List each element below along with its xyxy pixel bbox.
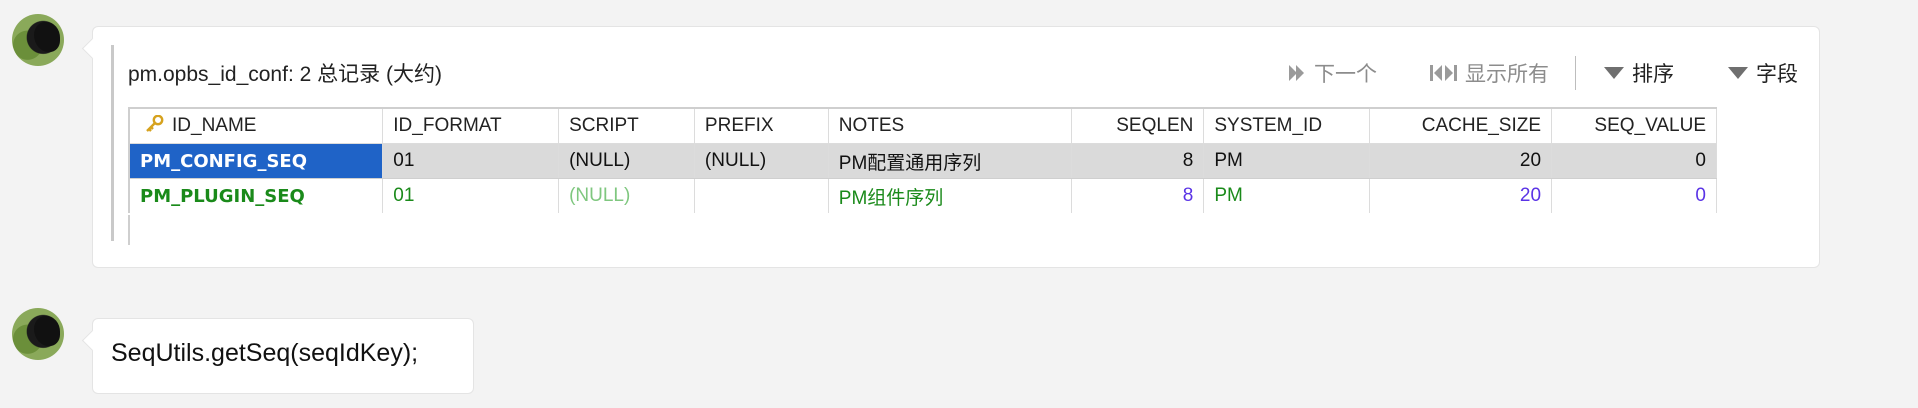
triangle-down-icon [1728, 67, 1748, 79]
table-cell[interactable]: 0 [1551, 143, 1717, 179]
table-cell[interactable]: 8 [1071, 143, 1205, 179]
fields-button[interactable]: 字段 [1726, 58, 1798, 88]
table-row[interactable]: PM_CONFIG_SEQ 01 (NULL) (NULL) PM配置通用序列 … [129, 143, 1717, 179]
message-bubble: SeqUtils.getSeq(seqIdKey); [92, 318, 474, 394]
next-label: 下一个 [1314, 63, 1377, 86]
result-toolbar: pm.opbs_id_conf: 2 总记录 (大约) 下一个 显示所有 排序 … [128, 55, 1798, 91]
show-all-button[interactable]: 显示所有 [1429, 58, 1549, 88]
table-row[interactable]: PM_PLUGIN_SEQ 01 (NULL) PM组件序列 8 PM 20 0 [129, 178, 1717, 213]
table-cell[interactable]: 01 [382, 143, 560, 179]
avatar [12, 14, 64, 66]
column-header[interactable]: PREFIX [694, 108, 829, 144]
code-snippet: SeqUtils.getSeq(seqIdKey); [111, 339, 419, 367]
show-all-label: 显示所有 [1465, 63, 1549, 86]
table-cell[interactable]: 20 [1369, 178, 1553, 213]
show-all-icon [1430, 65, 1457, 81]
table-cell[interactable] [694, 178, 829, 213]
table-cell[interactable]: 0 [1551, 178, 1717, 213]
result-title: pm.opbs_id_conf: 2 总记录 (大约) [128, 63, 442, 86]
column-header[interactable]: ID_NAME [129, 108, 384, 144]
message-bubble: pm.opbs_id_conf: 2 总记录 (大约) 下一个 显示所有 排序 … [92, 26, 1820, 268]
column-header[interactable]: SCRIPT [558, 108, 695, 144]
header-row: ID_NAME ID_FORMAT SCRIPT PREFIX NOTES SE… [129, 108, 1717, 144]
avatar [12, 308, 64, 360]
table-cell[interactable]: 20 [1369, 143, 1553, 179]
column-header[interactable]: ID_FORMAT [382, 108, 560, 144]
grid-border [128, 215, 130, 245]
table-cell[interactable]: PM配置通用序列 [828, 143, 1073, 179]
result-grid: ID_NAME ID_FORMAT SCRIPT PREFIX NOTES SE… [128, 107, 1717, 213]
table-cell[interactable]: (NULL) [558, 143, 695, 179]
table-cell[interactable]: (NULL) [694, 143, 829, 179]
table-cell[interactable]: 8 [1071, 178, 1205, 213]
next-icon [1289, 65, 1304, 81]
table-cell[interactable]: PM组件序列 [828, 178, 1073, 213]
sort-button[interactable]: 排序 [1602, 58, 1674, 88]
toolbar-separator [1575, 56, 1576, 90]
table-cell[interactable]: PM [1203, 143, 1371, 179]
table-cell[interactable]: PM_CONFIG_SEQ [129, 143, 384, 179]
sort-label: 排序 [1632, 63, 1674, 86]
table-cell[interactable]: (NULL) [558, 178, 695, 213]
column-header[interactable]: CACHE_SIZE [1369, 108, 1553, 144]
key-icon [146, 115, 164, 132]
fields-label: 字段 [1756, 63, 1798, 86]
table-cell[interactable]: 01 [382, 178, 560, 213]
table-cell[interactable]: PM [1203, 178, 1371, 213]
next-button[interactable]: 下一个 [1286, 58, 1377, 88]
query-result-panel: pm.opbs_id_conf: 2 总记录 (大约) 下一个 显示所有 排序 … [111, 45, 1798, 245]
triangle-down-icon [1604, 67, 1624, 79]
column-header[interactable]: SYSTEM_ID [1203, 108, 1371, 144]
column-header-label: ID_NAME [172, 115, 257, 136]
column-header[interactable]: SEQLEN [1071, 108, 1205, 144]
table-cell[interactable]: PM_PLUGIN_SEQ [129, 178, 384, 213]
column-header[interactable]: NOTES [828, 108, 1073, 144]
column-header[interactable]: SEQ_VALUE [1551, 108, 1717, 144]
